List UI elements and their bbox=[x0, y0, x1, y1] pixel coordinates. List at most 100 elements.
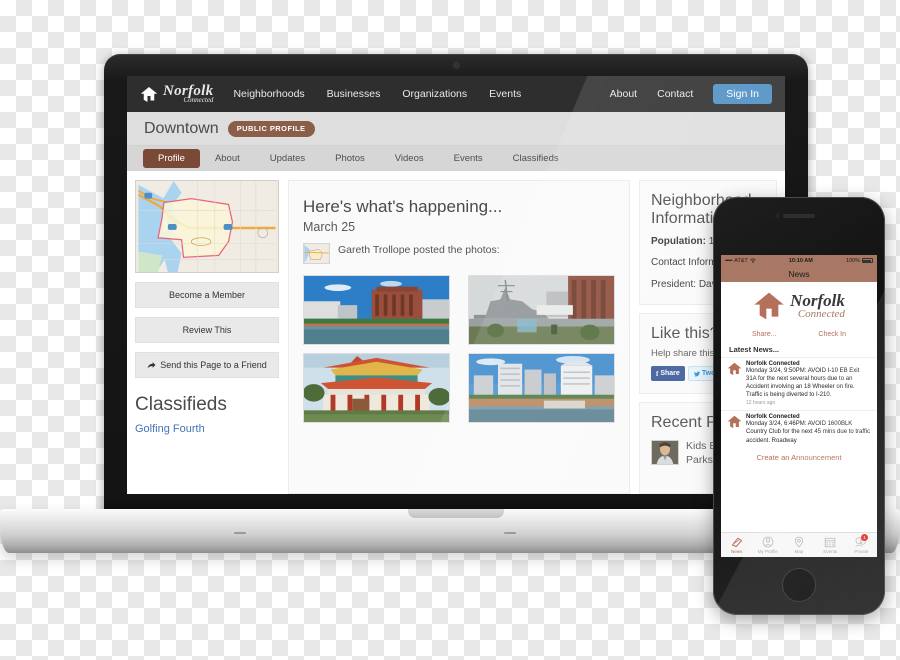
webcam-icon bbox=[453, 63, 459, 68]
create-announcement-link[interactable]: Create an Announcement bbox=[721, 449, 877, 467]
tab-about[interactable]: About bbox=[200, 149, 255, 168]
site-top-nav: Norfolk Connected Neighborhoods Business… bbox=[127, 76, 785, 112]
nav-item-about[interactable]: About bbox=[610, 88, 637, 100]
become-a-member-label: Become a Member bbox=[168, 290, 246, 300]
tab-videos[interactable]: Videos bbox=[380, 149, 439, 168]
tab-classifieds[interactable]: Classifieds bbox=[498, 149, 574, 168]
news-item[interactable]: Norfolk Connected Monday 3/24, 9:50PM: A… bbox=[721, 357, 877, 410]
earpiece-speaker-icon bbox=[783, 214, 815, 218]
feed-heading: Here's what's happening... bbox=[303, 197, 503, 216]
front-camera-icon bbox=[775, 213, 780, 218]
tab-events[interactable]: Events bbox=[439, 149, 498, 168]
primary-nav: Neighborhoods Businesses Organizations E… bbox=[233, 88, 521, 100]
nav-item-contact[interactable]: Contact bbox=[657, 88, 693, 100]
site-logo[interactable]: Norfolk Connected bbox=[140, 84, 213, 104]
tab-photos[interactable]: Photos bbox=[320, 149, 380, 168]
review-this-label: Review This bbox=[182, 325, 232, 335]
house-icon bbox=[727, 362, 742, 376]
classifieds-heading: Classifieds bbox=[135, 394, 227, 415]
phone-tab-my-profile-label: My Profile bbox=[757, 549, 778, 554]
feed-post: Gareth Trollope posted the photos: bbox=[303, 243, 615, 264]
post-text: Gareth Trollope posted the photos: bbox=[338, 244, 500, 256]
laptop-screen: Norfolk Connected Neighborhoods Business… bbox=[127, 76, 785, 494]
phone-status-bar: ••••• AT&T 10:10 AM 100% bbox=[721, 255, 877, 266]
phone-tab-bar: News My Profile Map Events Private 1 bbox=[721, 532, 877, 557]
photo-downtown-plaza[interactable] bbox=[468, 353, 615, 423]
phone-action-links: Share... Check In bbox=[721, 327, 877, 343]
activity-feed: Here's what's happening... March 25 Gare… bbox=[288, 180, 630, 494]
news-body: Monday 3/24, 6:46PM: AVOID 1600BLK Count… bbox=[746, 421, 870, 444]
population-label: Population: bbox=[651, 235, 706, 247]
nav-item-businesses[interactable]: Businesses bbox=[327, 88, 381, 100]
status-badge: PUBLIC PROFILE bbox=[227, 120, 315, 137]
carrier-label: AT&T bbox=[734, 257, 748, 264]
phone-screen: ••••• AT&T 10:10 AM 100% News Norfolk Co… bbox=[721, 255, 877, 557]
phone-tab-private[interactable]: Private 1 bbox=[846, 533, 877, 557]
twitter-icon bbox=[693, 371, 700, 377]
house-icon bbox=[140, 86, 158, 102]
laptop-device: Norfolk Connected Neighborhoods Business… bbox=[0, 54, 900, 553]
profile-tabs: Profile About Updates Photos Videos Even… bbox=[127, 146, 785, 171]
phone-tab-map[interactable]: Map bbox=[783, 533, 814, 557]
share-link[interactable]: Share... bbox=[752, 331, 777, 338]
facebook-share-label: Share bbox=[660, 370, 680, 378]
neighborhood-map[interactable] bbox=[135, 180, 279, 273]
classified-link-golfing-fourth[interactable]: Golfing Fourth bbox=[135, 423, 279, 435]
battery-icon bbox=[861, 258, 873, 263]
photo-battleship-museum[interactable] bbox=[468, 275, 615, 345]
send-page-to-friend-button[interactable]: Send this Page to a Friend bbox=[135, 352, 279, 378]
secondary-nav: About Contact Sign In bbox=[610, 84, 772, 104]
facebook-share-button[interactable]: f Share bbox=[651, 366, 685, 382]
home-button[interactable] bbox=[782, 568, 816, 602]
post-thumbnail[interactable] bbox=[303, 243, 330, 264]
news-item[interactable]: Norfolk Connected Monday 3/24, 6:46PM: A… bbox=[721, 410, 877, 448]
president-label: President: bbox=[651, 278, 697, 290]
clock-label: 10:10 AM bbox=[788, 257, 813, 264]
phone-brand-tagline: Connected bbox=[797, 308, 845, 320]
signal-dots-icon: ••••• bbox=[725, 257, 733, 264]
calendar-icon bbox=[824, 537, 836, 548]
phone-tab-news[interactable]: News bbox=[721, 533, 752, 557]
photo-chinese-pagoda[interactable] bbox=[303, 353, 450, 423]
phone-tab-my-profile[interactable]: My Profile bbox=[752, 533, 783, 557]
check-in-link[interactable]: Check In bbox=[818, 331, 846, 338]
share-arrow-icon bbox=[147, 361, 156, 368]
phone-device: ••••• AT&T 10:10 AM 100% News Norfolk Co… bbox=[713, 197, 885, 615]
house-icon bbox=[754, 292, 784, 320]
photo-grid bbox=[303, 275, 615, 423]
phone-app-logo: Norfolk Connected bbox=[721, 282, 877, 327]
sign-in-button[interactable]: Sign In bbox=[713, 84, 772, 104]
phone-brand-name: Norfolk bbox=[790, 291, 845, 310]
newspaper-icon bbox=[731, 537, 742, 548]
laptop-foot-right bbox=[504, 532, 516, 534]
become-a-member-button[interactable]: Become a Member bbox=[135, 282, 279, 308]
house-icon bbox=[727, 416, 742, 429]
tab-profile[interactable]: Profile bbox=[143, 149, 200, 168]
page-title: Downtown bbox=[144, 119, 219, 137]
wifi-icon bbox=[749, 257, 756, 263]
feed-date: March 25 bbox=[303, 220, 356, 234]
nav-item-events[interactable]: Events bbox=[489, 88, 521, 100]
phone-nav-title: News bbox=[721, 266, 877, 282]
phone-tab-events[interactable]: Events bbox=[815, 533, 846, 557]
person-icon bbox=[762, 536, 774, 548]
laptop-notch bbox=[408, 509, 504, 518]
battery-percent-label: 100% bbox=[845, 257, 860, 264]
phone-tab-events-label: Events bbox=[823, 549, 838, 554]
nav-item-neighborhoods[interactable]: Neighborhoods bbox=[233, 88, 304, 100]
phone-tab-news-label: News bbox=[730, 549, 743, 554]
facebook-icon: f bbox=[656, 369, 659, 378]
photo-waterfront-condo[interactable] bbox=[303, 275, 450, 345]
latest-news-label: Latest News... bbox=[729, 345, 780, 354]
review-this-button[interactable]: Review This bbox=[135, 317, 279, 343]
private-badge: 1 bbox=[861, 534, 869, 541]
nav-item-organizations[interactable]: Organizations bbox=[402, 88, 467, 100]
avatar bbox=[651, 440, 679, 466]
news-body: Monday 3/24, 9:50PM: AVOID I-10 EB Exit … bbox=[746, 368, 860, 399]
phone-tab-map-label: Map bbox=[794, 549, 804, 554]
map-pin-icon bbox=[794, 536, 804, 548]
news-timestamp: 12 hours ago bbox=[746, 400, 776, 407]
page-body: Become a Member Review This Send this Pa… bbox=[127, 171, 785, 494]
sidebar: Become a Member Review This Send this Pa… bbox=[135, 180, 279, 494]
tab-updates[interactable]: Updates bbox=[255, 149, 320, 168]
